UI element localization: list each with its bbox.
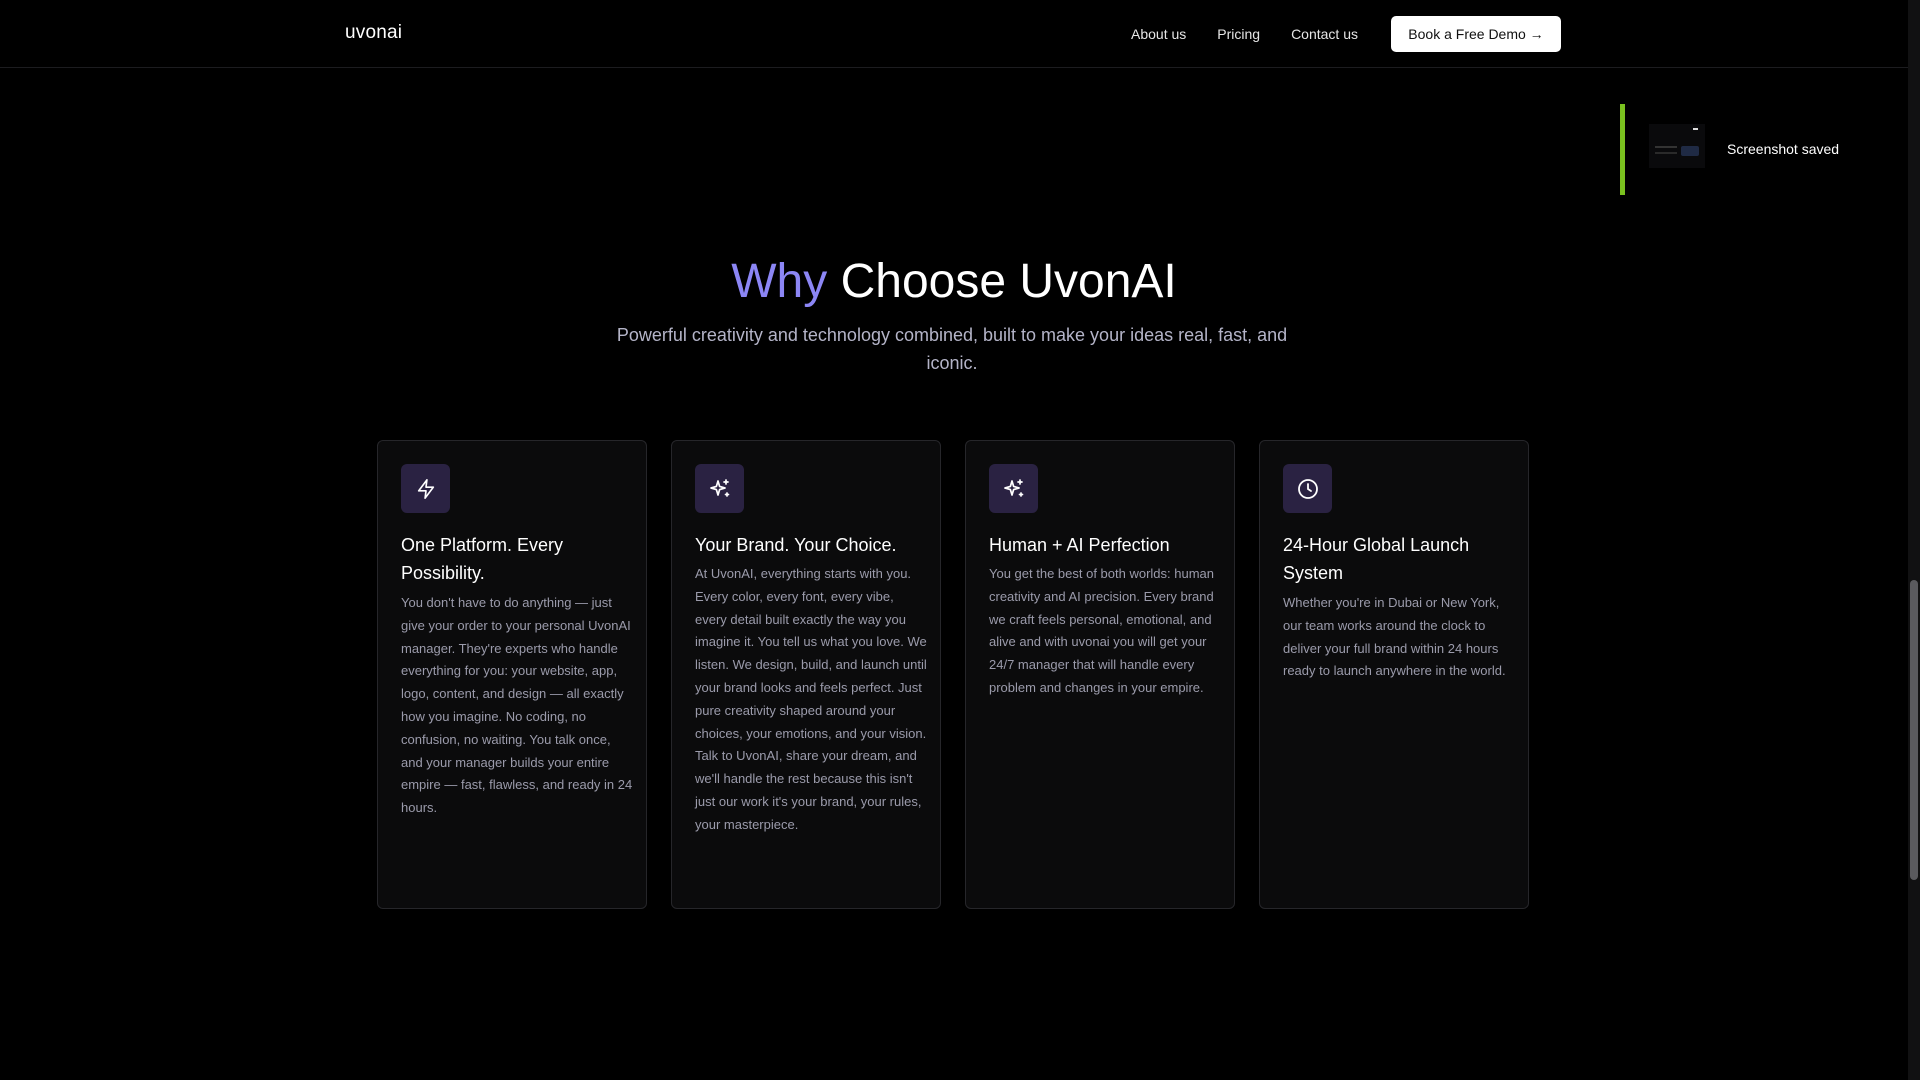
- nav-pricing[interactable]: Pricing: [1217, 24, 1260, 44]
- card-title: 24-Hour Global Launch System: [1283, 535, 1470, 583]
- lightning-icon: [401, 464, 450, 513]
- card-title: One Platform. Every Possibility.: [401, 535, 564, 583]
- card-title: Human + AI Perfection: [989, 535, 1170, 555]
- sparkles-icon: [695, 464, 744, 513]
- card-body: Whether you're in Dubai or New York, our…: [1283, 595, 1506, 679]
- card-title: Your Brand. Your Choice.: [695, 535, 897, 555]
- toast-message: Screenshot saved: [1727, 141, 1840, 157]
- scrollbar-thumb[interactable]: [1910, 580, 1918, 880]
- main-nav: About us Pricing Contact us: [1131, 24, 1389, 44]
- sparkles-icon: [989, 464, 1038, 513]
- nav-contact-us[interactable]: Contact us: [1291, 24, 1358, 44]
- section-title: Why Choose UvonAI: [0, 252, 1908, 312]
- book-demo-button[interactable]: Book a Free Demo →: [1391, 16, 1561, 52]
- card-body: You get the best of both worlds: human c…: [989, 566, 1215, 695]
- card-body: You don't have to do anything — just giv…: [401, 595, 633, 816]
- site-header: uvonai About us Pricing Contact us Book …: [0, 0, 1908, 68]
- feature-card-one-platform: One Platform. Every Possibility. You don…: [377, 440, 647, 909]
- section-subtitle: Powerful creativity and technology combi…: [616, 325, 1288, 373]
- section-title-accent: Why: [731, 255, 828, 308]
- page-scrollbar[interactable]: [1908, 0, 1920, 1080]
- screenshot-thumbnail: [1649, 124, 1705, 168]
- feature-card-your-brand: Your Brand. Your Choice. At UvonAI, ever…: [671, 440, 941, 909]
- screenshot-toast[interactable]: Screenshot saved: [1620, 104, 1908, 195]
- feature-card-24-hour-launch: 24-Hour Global Launch System Whether you…: [1259, 440, 1529, 909]
- page: uvonai About us Pricing Contact us Book …: [0, 0, 1920, 1080]
- brand-logo[interactable]: uvonai: [345, 22, 402, 44]
- nav-about-us[interactable]: About us: [1131, 24, 1186, 44]
- section-title-rest: Choose UvonAI: [840, 255, 1177, 308]
- feature-card-human-ai: Human + AI Perfection You get the best o…: [965, 440, 1235, 909]
- clock-icon: [1283, 464, 1332, 513]
- card-body: At UvonAI, everything starts with you. E…: [695, 566, 927, 832]
